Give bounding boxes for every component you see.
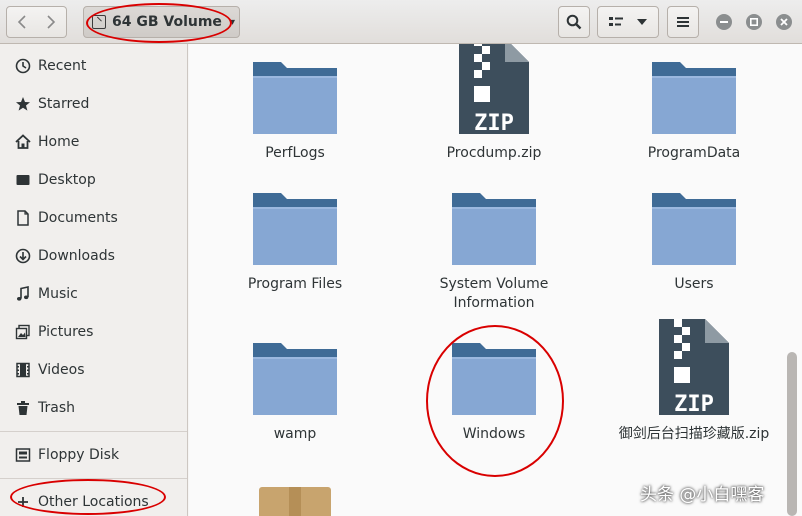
location-path-button[interactable]: 64 GB Volume ▾ <box>83 6 240 38</box>
sidebar-item-label: Other Locations <box>38 494 149 510</box>
sidebar-item-starred[interactable]: Starred <box>0 85 187 123</box>
star-icon <box>14 95 32 113</box>
package-icon[interactable] <box>259 487 331 516</box>
maximize-icon <box>750 18 758 26</box>
location-label: 64 GB Volume <box>112 14 222 30</box>
download-icon <box>14 247 32 265</box>
hamburger-menu-icon <box>677 16 689 28</box>
close-icon <box>780 18 788 26</box>
sidebar-item-other-locations[interactable]: Other Locations <box>0 483 187 516</box>
sidebar: Recent Starred Home Desktop Documents Do… <box>0 44 188 516</box>
file-name: Windows <box>462 426 526 442</box>
search-icon <box>566 14 582 30</box>
file-item-folder[interactable]: PerfLogs <box>205 44 385 163</box>
back-button[interactable] <box>6 6 37 38</box>
sidebar-item-documents[interactable]: Documents <box>0 199 187 237</box>
package-tape <box>289 487 301 516</box>
sidebar-item-desktop[interactable]: Desktop <box>0 161 187 199</box>
plus-icon <box>14 493 32 511</box>
file-name: ProgramData <box>647 145 741 161</box>
sidebar-item-label: Home <box>38 134 80 150</box>
sidebar-item-label: Trash <box>38 400 75 416</box>
minimize-icon <box>720 18 728 26</box>
folder-icon <box>205 44 385 136</box>
file-item-zip[interactable]: ZIP Procdump.zip <box>404 44 584 163</box>
video-icon <box>14 361 32 379</box>
header-bar: 64 GB Volume ▾ <box>0 0 802 44</box>
caret-down-icon <box>637 19 647 25</box>
folder-icon <box>205 321 385 417</box>
minimize-button[interactable] <box>716 14 732 30</box>
file-item-folder[interactable]: wamp <box>205 321 385 444</box>
file-name: wamp <box>273 426 317 442</box>
sidebar-item-label: Music <box>38 286 78 302</box>
chevron-right-icon <box>46 15 56 29</box>
file-name: PerfLogs <box>265 145 325 161</box>
forward-button[interactable] <box>36 6 67 38</box>
folder-icon <box>404 171 584 267</box>
sidebar-separator <box>0 431 187 432</box>
desktop-icon <box>14 171 32 189</box>
clock-icon <box>14 57 32 75</box>
file-name: Program Files <box>247 276 343 292</box>
zip-badge: ZIP <box>674 392 714 417</box>
document-icon <box>14 209 32 227</box>
sidebar-item-label: Downloads <box>38 248 115 264</box>
maximize-button[interactable] <box>746 14 762 30</box>
close-button[interactable] <box>776 14 792 30</box>
file-item-zip[interactable]: ZIP 御剑后台扫描珍藏版.zip <box>604 319 784 444</box>
sidebar-item-videos[interactable]: Videos <box>0 351 187 389</box>
sidebar-item-pictures[interactable]: Pictures <box>0 313 187 351</box>
file-item-folder[interactable]: ProgramData <box>604 44 784 163</box>
floppy-icon <box>14 446 32 464</box>
sidebar-item-label: Documents <box>38 210 118 226</box>
file-item-folder[interactable]: Program Files <box>205 171 385 294</box>
file-item-folder[interactable]: Users <box>604 171 784 294</box>
zip-badge: ZIP <box>474 111 514 136</box>
sidebar-item-floppy-disk[interactable]: Floppy Disk <box>0 436 187 474</box>
sidebar-item-label: Floppy Disk <box>38 447 120 463</box>
file-name: Users <box>674 276 714 292</box>
zip-archive-icon: ZIP <box>404 44 584 136</box>
trash-icon <box>14 399 32 417</box>
sidebar-item-music[interactable]: Music <box>0 275 187 313</box>
sidebar-item-home[interactable]: Home <box>0 123 187 161</box>
folder-icon <box>205 171 385 267</box>
zip-archive-icon: ZIP <box>604 319 784 417</box>
vertical-scrollbar[interactable] <box>787 352 797 516</box>
file-name: Procdump.zip <box>446 145 542 161</box>
folder-icon <box>604 171 784 267</box>
file-grid: PerfLogs ZIP Procdump.zip ProgramData Pr… <box>189 44 802 516</box>
sidebar-item-label: Desktop <box>38 172 96 188</box>
sidebar-item-label: Recent <box>38 58 87 74</box>
file-item-folder[interactable]: System Volume Information <box>404 171 584 313</box>
caret-down-icon: ▾ <box>229 16 235 28</box>
sidebar-item-recent[interactable]: Recent <box>0 47 187 85</box>
view-options-button[interactable] <box>597 6 659 38</box>
home-icon <box>14 133 32 151</box>
folder-icon <box>604 44 784 136</box>
chevron-left-icon <box>17 15 27 29</box>
sidebar-item-label: Pictures <box>38 324 94 340</box>
file-name: System Volume Information <box>439 276 549 311</box>
watermark: 头条 @小白嘿客 <box>640 485 765 505</box>
file-item-folder[interactable]: Windows <box>404 321 584 444</box>
sidebar-item-label: Videos <box>38 362 85 378</box>
music-icon <box>14 285 32 303</box>
sidebar-item-downloads[interactable]: Downloads <box>0 237 187 275</box>
sidebar-item-label: Starred <box>38 96 90 112</box>
sidebar-item-trash[interactable]: Trash <box>0 389 187 427</box>
sidebar-separator <box>0 478 187 479</box>
pictures-icon <box>14 323 32 341</box>
drive-icon <box>92 15 106 29</box>
folder-icon <box>404 321 584 417</box>
file-name: 御剑后台扫描珍藏版.zip <box>618 426 770 442</box>
main-menu-button[interactable] <box>667 6 699 38</box>
search-button[interactable] <box>558 6 590 38</box>
list-view-icon <box>609 16 623 28</box>
